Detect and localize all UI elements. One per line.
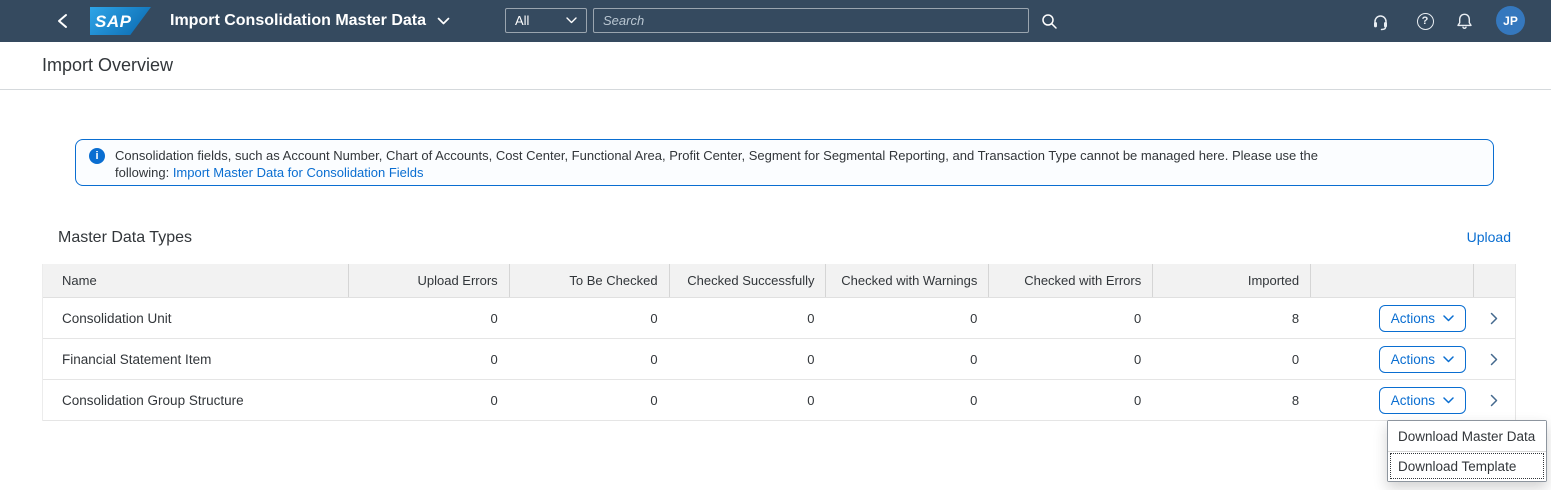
column-header-upload-errors: Upload Errors (347, 264, 509, 297)
cell-imported: 0 (1291, 351, 1300, 367)
support-button[interactable] (1362, 0, 1398, 42)
cell-actions: Actions (1310, 380, 1473, 420)
bell-icon (1455, 12, 1474, 31)
app-title-menu[interactable]: Import Consolidation Master Data (170, 0, 450, 42)
cell-imported: 8 (1291, 392, 1300, 408)
chevron-down-icon (1443, 396, 1454, 404)
avatar[interactable]: JP (1496, 6, 1525, 35)
search-scope-value: All (515, 13, 530, 28)
cell-navigation (1473, 298, 1515, 338)
cell-checked-successfully: 0 (807, 392, 815, 408)
search-input[interactable] (593, 8, 1029, 33)
cell-checked-with-warnings: 0 (970, 392, 978, 408)
sap-logo-text: SAP (95, 11, 132, 31)
message-strip-text: Consolidation fields, such as Account Nu… (115, 147, 1318, 181)
chevron-down-icon (1443, 314, 1454, 322)
menu-item-download-template[interactable]: Download Template (1388, 451, 1546, 481)
magnifier-icon (1041, 13, 1058, 30)
column-header-imported: Imported (1152, 264, 1310, 297)
cell-imported: 8 (1291, 310, 1300, 326)
cell-checked-with-errors: 0 (1134, 351, 1142, 367)
cell-to-be-checked: 0 (650, 392, 658, 408)
column-header-checked-with-errors: Checked with Errors (988, 264, 1152, 297)
message-strip: i Consolidation fields, such as Account … (75, 139, 1494, 186)
chevron-down-icon (437, 17, 450, 25)
column-header-checked-with-warnings: Checked with Warnings (825, 264, 988, 297)
actions-button-label: Actions (1390, 351, 1436, 367)
app-screen: SAP Import Consolidation Master Data All (0, 0, 1551, 490)
cell-checked-successfully: 0 (807, 351, 815, 367)
sap-logo[interactable]: SAP (90, 7, 151, 35)
message-line-1: Consolidation fields, such as Account Nu… (115, 148, 1318, 163)
row-navigation-chevron[interactable] (1479, 344, 1509, 374)
actions-button-label: Actions (1390, 392, 1436, 408)
table-row-consolidation-unit: Consolidation Unit 0 0 0 0 0 8 Actions (43, 298, 1515, 339)
cell-to-be-checked: 0 (650, 310, 658, 326)
notifications-button[interactable] (1446, 0, 1482, 42)
master-data-types-table: Name Upload Errors To Be Checked Checked… (42, 264, 1516, 421)
cell-upload-errors: 0 (490, 392, 498, 408)
message-line-2: following: Import Master Data for Consol… (115, 164, 1318, 181)
cell-name: Financial Statement Item (62, 351, 212, 367)
consolidation-fields-link[interactable]: Import Master Data for Consolidation Fie… (173, 165, 424, 180)
cell-checked-successfully: 0 (807, 310, 815, 326)
cell-checked-with-errors: 0 (1134, 392, 1142, 408)
row-navigation-chevron[interactable] (1479, 303, 1509, 333)
actions-button[interactable]: Actions (1378, 345, 1467, 373)
actions-menu: Download Master Data Download Template (1387, 420, 1547, 482)
info-icon: i (89, 148, 105, 164)
column-header-name: Name (62, 273, 97, 288)
section-header: Master Data Types Upload (58, 229, 1511, 247)
cell-actions: Actions (1310, 298, 1473, 338)
back-button[interactable] (50, 0, 74, 42)
question-circle-icon: ? (1416, 12, 1434, 30)
section-title: Master Data Types (58, 229, 192, 246)
cell-checked-with-warnings: 0 (970, 310, 978, 326)
column-header-to-be-checked: To Be Checked (508, 264, 669, 297)
row-navigation-chevron[interactable] (1479, 385, 1509, 415)
cell-upload-errors: 0 (490, 310, 498, 326)
table-header-row: Name Upload Errors To Be Checked Checked… (43, 264, 1515, 298)
message-line-2-prefix: following: (115, 165, 173, 180)
cell-checked-with-warnings: 0 (970, 351, 978, 367)
chevron-left-icon (56, 13, 69, 29)
page-header: Import Overview (0, 42, 1551, 90)
cell-upload-errors: 0 (490, 351, 498, 367)
cell-to-be-checked: 0 (650, 351, 658, 367)
page-title: Import Overview (42, 55, 174, 75)
table-row-consolidation-group-structure: Consolidation Group Structure 0 0 0 0 0 … (43, 380, 1515, 421)
cell-checked-with-errors: 0 (1134, 310, 1142, 326)
shell-bar: SAP Import Consolidation Master Data All (0, 0, 1551, 42)
upload-link[interactable]: Upload (1467, 229, 1511, 245)
column-header-checked-successfully: Checked Successfully (668, 264, 826, 297)
cell-name: Consolidation Group Structure (62, 392, 244, 408)
app-title: Import Consolidation Master Data (170, 12, 427, 29)
cell-navigation (1473, 380, 1515, 420)
table-row-financial-statement-item: Financial Statement Item 0 0 0 0 0 0 Act… (43, 339, 1515, 380)
chevron-down-icon (566, 17, 577, 24)
headset-icon (1371, 12, 1390, 31)
chevron-down-icon (1443, 355, 1454, 363)
column-header-navigation-empty (1473, 264, 1515, 297)
search-button[interactable] (1037, 9, 1061, 33)
column-header-actions-empty (1310, 264, 1473, 297)
cell-navigation (1473, 339, 1515, 379)
menu-item-download-master-data[interactable]: Download Master Data (1388, 421, 1546, 451)
actions-button[interactable]: Actions (1378, 304, 1467, 332)
cell-name: Consolidation Unit (62, 310, 172, 326)
search-scope-select[interactable]: All (505, 8, 587, 33)
help-button[interactable]: ? (1407, 0, 1443, 42)
avatar-initials: JP (1503, 13, 1518, 28)
actions-button-open[interactable]: Actions (1378, 386, 1467, 414)
cell-actions: Actions (1310, 339, 1473, 379)
actions-button-label: Actions (1390, 310, 1436, 326)
